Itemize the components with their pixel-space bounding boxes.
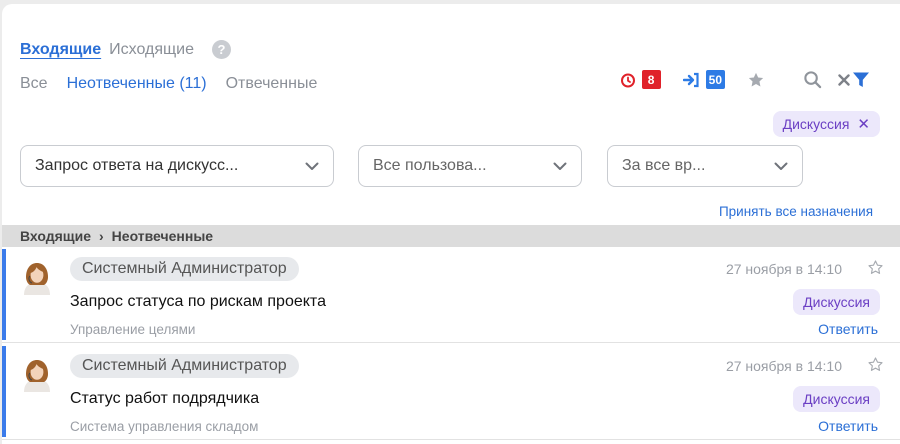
reply-link[interactable]: Ответить bbox=[818, 321, 878, 337]
clear-filter-icon[interactable] bbox=[838, 73, 850, 86]
breadcrumb-root[interactable]: Входящие bbox=[20, 228, 91, 244]
direction-tabs: Входящие Исходящие ? bbox=[20, 40, 232, 59]
tab-all[interactable]: Все bbox=[20, 75, 48, 93]
status-tabs: Все Неотвеченные (11) Отвеченные bbox=[20, 75, 317, 93]
unread-marker bbox=[2, 346, 6, 437]
breadcrumb: Входящие › Неотвеченные bbox=[2, 225, 900, 247]
help-icon[interactable]: ? bbox=[212, 40, 232, 59]
request-type-value: Запрос ответа на дискусс... bbox=[35, 157, 239, 174]
message-type-chip: Дискуссия bbox=[793, 289, 880, 315]
tab-incoming[interactable]: Входящие bbox=[20, 41, 101, 59]
message-date: 27 ноября в 14:10 bbox=[725, 358, 842, 374]
assigned-count-badge: 50 bbox=[705, 70, 725, 89]
toolbar: 8 50 bbox=[620, 70, 870, 89]
message-module: Система управления складом bbox=[70, 419, 259, 434]
tab-unanswered[interactable]: Неотвеченные (11) bbox=[67, 75, 207, 93]
message-module: Управление целями bbox=[70, 322, 196, 337]
favorites-star-icon[interactable] bbox=[747, 71, 765, 89]
request-type-select[interactable]: Запрос ответа на дискусс... bbox=[20, 145, 334, 187]
users-value: Все пользова... bbox=[373, 157, 487, 174]
breadcrumb-current: Неотвеченные bbox=[111, 228, 214, 244]
period-select[interactable]: За все вр... bbox=[607, 145, 803, 187]
alarm-clock-icon bbox=[620, 72, 636, 88]
period-value: За все вр... bbox=[622, 157, 706, 174]
inbox-panel: Входящие Исходящие ? Все Неотвеченные (1… bbox=[2, 4, 900, 444]
sender-name: Системный Администратор bbox=[70, 257, 299, 281]
tab-answered[interactable]: Отвеченные bbox=[226, 75, 318, 93]
tab-outgoing[interactable]: Исходящие bbox=[109, 41, 194, 59]
message-subject[interactable]: Запрос статуса по рискам проекта bbox=[70, 293, 326, 311]
breadcrumb-separator-icon: › bbox=[99, 228, 104, 244]
overdue-count-badge: 8 bbox=[641, 70, 661, 89]
overdue-counter[interactable]: 8 bbox=[620, 70, 661, 89]
message-date: 27 ноября в 14:10 bbox=[725, 261, 842, 277]
chevron-down-icon bbox=[774, 162, 788, 170]
sign-in-arrow-icon bbox=[682, 72, 700, 88]
filter-funnel-icon[interactable] bbox=[852, 71, 870, 89]
chevron-down-icon bbox=[305, 162, 319, 170]
chevron-down-icon bbox=[553, 162, 567, 170]
users-select[interactable]: Все пользова... bbox=[358, 145, 582, 187]
star-icon[interactable] bbox=[867, 259, 884, 281]
active-filter-chip: Дискуссия ✕ bbox=[772, 111, 880, 137]
message-item[interactable]: Системный Администратор Запрос статуса п… bbox=[2, 247, 900, 343]
unread-marker bbox=[2, 249, 6, 340]
message-type-chip: Дискуссия bbox=[793, 386, 880, 412]
star-icon[interactable] bbox=[867, 356, 884, 378]
avatar bbox=[24, 360, 50, 392]
reply-link[interactable]: Ответить bbox=[818, 418, 878, 434]
assigned-counter[interactable]: 50 bbox=[682, 70, 725, 89]
remove-filter-icon[interactable]: ✕ bbox=[857, 115, 870, 133]
sender-name: Системный Администратор bbox=[70, 354, 299, 378]
search-icon[interactable] bbox=[803, 70, 822, 89]
message-subject[interactable]: Статус работ подрядчика bbox=[70, 390, 259, 408]
avatar bbox=[24, 263, 50, 295]
active-filter-label: Дискуссия bbox=[782, 116, 850, 132]
accept-all-assignments-link[interactable]: Принять все назначения bbox=[719, 204, 873, 219]
message-item[interactable]: Системный Администратор Статус работ под… bbox=[2, 344, 900, 440]
